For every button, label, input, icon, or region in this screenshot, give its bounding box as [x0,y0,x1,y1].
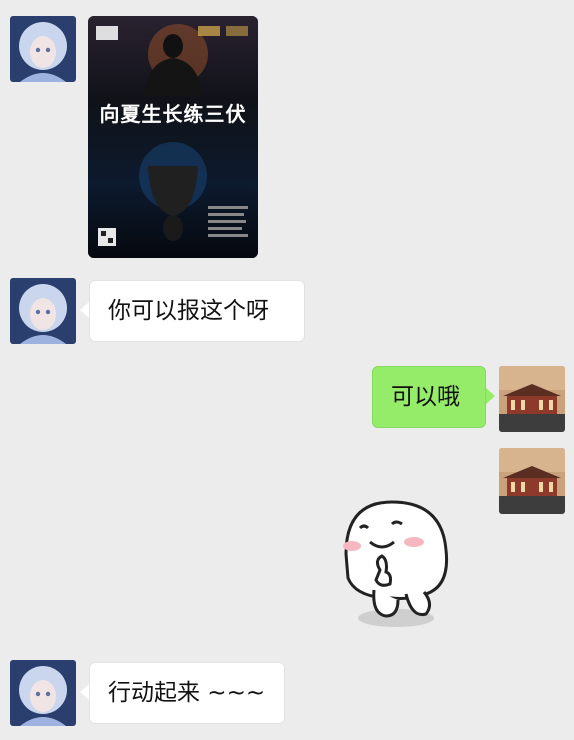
anime-girl-avatar-icon [10,16,76,82]
building-photo-avatar-icon [499,366,565,432]
message-text: 可以哦 [391,384,460,410]
building-photo-avatar-icon [499,448,565,514]
self-avatar[interactable] [499,366,565,432]
shy-smiling-bun-sticker-icon [343,500,449,627]
self-avatar[interactable] [499,448,565,514]
contact-avatar[interactable] [10,278,76,344]
contact-avatar[interactable] [10,16,76,82]
message-bubble[interactable]: 你可以报这个呀 [89,280,305,342]
bubble-tail [80,302,89,318]
message-bubble[interactable]: 行动起来 ~~~ [89,662,285,724]
anime-girl-avatar-icon [10,660,76,726]
contact-avatar[interactable] [10,660,76,726]
poster-title: 向夏生长练三伏 [99,102,247,126]
bubble-tail [80,684,89,700]
message-bubble[interactable]: 可以哦 [372,366,486,428]
message-text: 你可以报这个呀 [108,298,269,324]
anime-girl-avatar-icon [10,278,76,344]
poster-image[interactable]: 向夏生长练三伏 [88,16,258,258]
sticker-message[interactable] [326,494,458,634]
message-text: 行动起来 ~~~ [108,680,266,706]
poster-artwork-icon [88,16,258,258]
bubble-tail [486,388,495,404]
